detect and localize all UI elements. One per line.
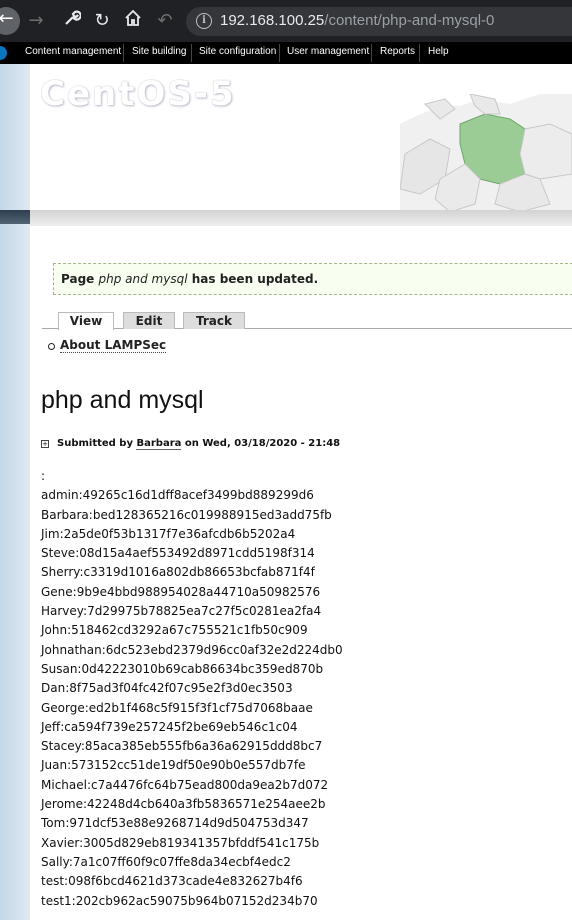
- content-line: :: [41, 469, 46, 483]
- content-line: Tom:971dcf53e88e9268714d9d504753d347: [41, 816, 309, 831]
- forward-icon[interactable]: →: [24, 9, 48, 33]
- admin-menu-site-building[interactable]: Site building: [132, 46, 186, 57]
- content-line: Jeff:ca594f739e257245f2be69eb546c1c04: [41, 719, 298, 734]
- tab-edit[interactable]: Edit: [123, 312, 175, 329]
- content-line: John:518462cd3292a67c755521c1fb50c909: [41, 623, 308, 638]
- header-divider-bar: [30, 210, 572, 226]
- content-line: Johnathan:6dc523ebd2379d96cc0af32e2d224d…: [41, 642, 343, 657]
- drupal-logo-icon[interactable]: [0, 46, 7, 60]
- site-header: CentOS-5: [30, 64, 572, 212]
- expand-icon[interactable]: +: [41, 440, 49, 448]
- status-message: Page php and mysql has been updated.: [53, 263, 572, 295]
- content-line: admin:49265c16d1dff8acef3499bd889299d6: [41, 488, 314, 503]
- menu-divider: [279, 44, 280, 62]
- left-strip-band: [0, 210, 30, 224]
- url-host: 192.168.100.25: [220, 12, 325, 29]
- submitted-text: Submitted by Barbara on Wed, 03/18/2020 …: [57, 438, 341, 450]
- undo-icon[interactable]: ↶: [153, 9, 177, 33]
- admin-menu-content-management[interactable]: Content management: [25, 46, 121, 57]
- content-line: Stacey:85aca385eb555fb6a36a62915ddd8bc7: [41, 739, 323, 754]
- admin-menu-help[interactable]: Help: [428, 46, 449, 57]
- url-path: /content/php-and-mysql-0: [324, 12, 495, 29]
- status-page-name: php and mysql: [98, 272, 188, 286]
- node-content: : admin:49265c16d1dff8acef3499bd889299d6…: [41, 467, 343, 911]
- content-line: Jim:2a5de0f53b1317f7e36afcdb6b5202a4: [41, 526, 296, 541]
- content-line: Sherry:c3319d1016a802db86653bcfab871f4f: [41, 565, 315, 580]
- content-line: Juan:573152cc51de19df50e90b0e557db7fe: [41, 758, 306, 773]
- tab-track[interactable]: Track: [183, 312, 245, 329]
- content-line: Jerome:42248d4cb640a3fb5836571e254aee2b: [41, 797, 326, 812]
- content-line: test:098f6bcd4621d373cade4e832627b4f6: [41, 874, 303, 889]
- submitted-prefix: Submitted by: [57, 438, 133, 449]
- content-line: Barbara:bed128365216c019988915ed3add75fb: [41, 507, 332, 522]
- status-prefix: Page: [61, 272, 95, 286]
- address-bar[interactable]: i 192.168.100.25/content/php-and-mysql-0: [186, 7, 572, 36]
- europe-map-image: [400, 94, 572, 212]
- book-link-about-lampsec[interactable]: About LAMPSec: [60, 338, 167, 353]
- menu-divider: [123, 44, 124, 62]
- menu-divider: [371, 44, 372, 62]
- content-line: Sally:7a1c07ff60f9c07ffe8da34ecbf4edc2: [41, 854, 291, 869]
- tabs-baseline: [42, 328, 572, 329]
- bullet-icon: [48, 343, 55, 350]
- content-line: Michael:c7a4476fc64b75ead800da9ea2b7d072: [41, 777, 329, 792]
- content-line: Susan:0d42223010b69cab86634bc359ed870b: [41, 661, 324, 676]
- reload-icon[interactable]: ↻: [90, 9, 114, 33]
- content-line: George:ed2b1f468c5f915f3f1cf75d7068baae: [41, 700, 313, 715]
- admin-menu: Content management Site building Site co…: [0, 42, 572, 65]
- content-line: Harvey:7d29975b78825ea7c27f5c0281ea2fa4: [41, 604, 322, 619]
- home-icon[interactable]: [121, 9, 145, 33]
- admin-menu-site-configuration[interactable]: Site configuration: [199, 46, 276, 57]
- menu-divider: [191, 44, 192, 62]
- admin-menu-reports[interactable]: Reports: [380, 46, 415, 57]
- content-line: Steve:08d15a4aef553492d8971cdd5198f314: [41, 546, 315, 561]
- content-line: test1:202cb962ac59075b964b07152d234b70: [41, 893, 318, 908]
- site-logo[interactable]: CentOS-5: [40, 74, 236, 114]
- content-line: Gene:9b9e4bbd988954028a44710a50982576: [41, 584, 321, 599]
- submitted-date: on Wed, 03/18/2020 - 21:48: [184, 438, 341, 449]
- status-text: Page php and mysql has been updated.: [61, 272, 318, 286]
- url-text[interactable]: 192.168.100.25/content/php-and-mysql-0: [220, 12, 494, 29]
- content-line: Xavier:3005d829eb819341357bfddf541c175b: [41, 835, 320, 850]
- menu-divider: [419, 44, 420, 62]
- wrench-icon[interactable]: [60, 9, 84, 33]
- author-link[interactable]: Barbara: [136, 438, 182, 450]
- page-title: php and mysql: [41, 386, 204, 414]
- browser-toolbar: ← → ↻ ↶ i 192.168.100.25/content/php-and…: [0, 0, 572, 42]
- left-sidebar-strip: [0, 64, 30, 920]
- tab-view[interactable]: View: [58, 312, 114, 330]
- admin-menu-user-management[interactable]: User management: [287, 46, 369, 57]
- info-icon[interactable]: i: [196, 13, 212, 29]
- back-icon[interactable]: ←: [0, 7, 20, 35]
- status-suffix: has been updated.: [191, 272, 319, 286]
- content-line: Dan:8f75ad3f04fc42f07c95e2f3d0ec3503: [41, 681, 293, 696]
